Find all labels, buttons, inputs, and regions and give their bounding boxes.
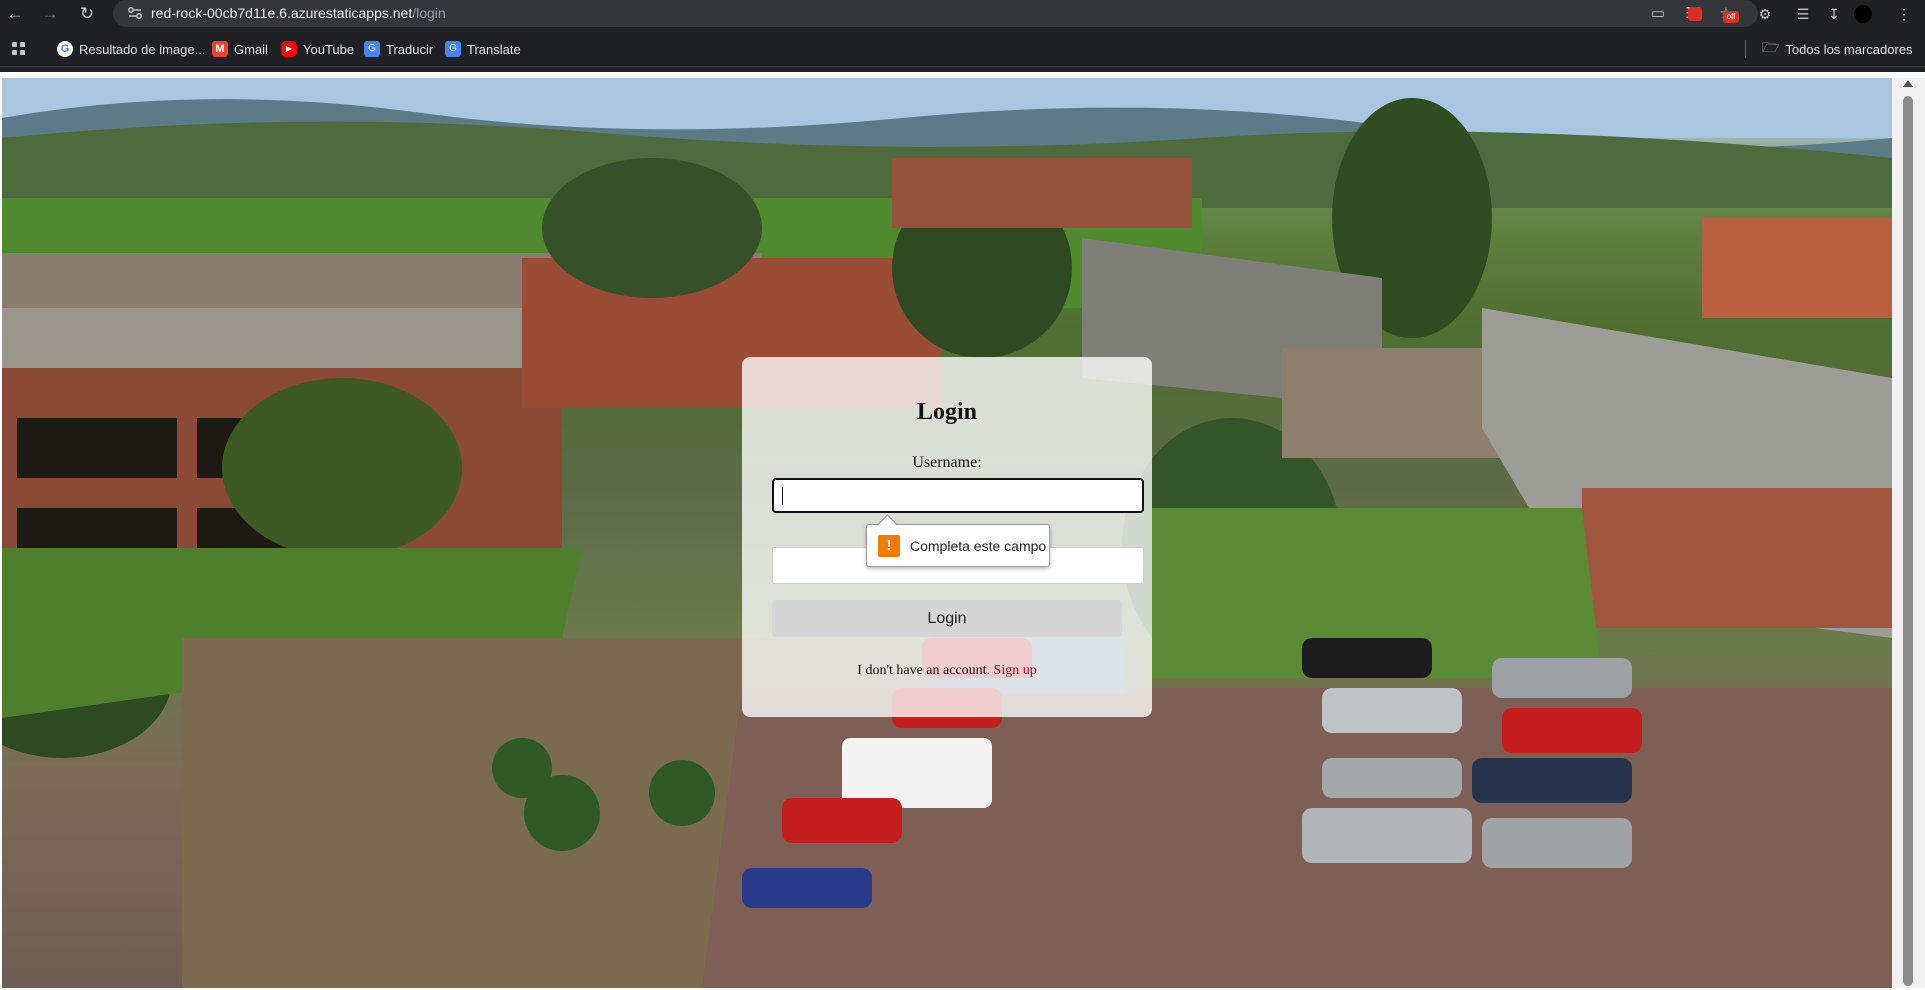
username-label: Username:	[912, 454, 982, 471]
reload-icon[interactable]: ↻	[76, 3, 98, 25]
text-caret	[782, 487, 783, 505]
username-input[interactable]	[772, 478, 1144, 513]
folder-icon: 🗁	[1762, 39, 1780, 55]
browser-toolbar: ← → ↻ red-rock-00cb7d11e.6.azurestaticap…	[0, 0, 1925, 27]
bookmarks-bar: G Resultado de image... M Gmail ▶ YouTub…	[0, 30, 1925, 67]
back-arrow-icon[interactable]: ←	[4, 3, 26, 25]
install-app-icon[interactable]: ▭	[1648, 4, 1668, 24]
bookmark-label: YouTube	[303, 41, 355, 57]
more-menu-icon[interactable]: ⋮	[1893, 3, 1915, 25]
extension-off-badge-icon[interactable]: off	[1720, 3, 1742, 25]
profile-avatar[interactable]	[1852, 3, 1874, 25]
bookmark-traducir[interactable]: G Traducir	[364, 39, 433, 59]
downloads-icon[interactable]: ↧	[1823, 3, 1845, 25]
bookmark-label: Gmail	[234, 41, 268, 57]
forward-arrow-icon[interactable]: →	[39, 3, 61, 25]
login-button[interactable]: Login	[772, 600, 1122, 637]
address-bar[interactable]: red-rock-00cb7d11e.6.azurestaticapps.net…	[113, 0, 1758, 27]
youtube-icon: ▶	[281, 41, 297, 57]
site-settings-icon[interactable]	[127, 5, 143, 21]
bookmark-label: Resultado de image...	[79, 41, 206, 57]
signup-link[interactable]: Sign up	[994, 663, 1037, 678]
login-title: Login	[916, 399, 978, 425]
url-text[interactable]: red-rock-00cb7d11e.6.azurestaticapps.net…	[151, 5, 446, 21]
translate-icon: G	[364, 41, 380, 57]
extension-red-icon[interactable]	[1684, 3, 1706, 25]
url-path: /login	[412, 5, 446, 21]
gmail-icon: M	[212, 41, 228, 57]
apps-grid-icon[interactable]	[11, 39, 27, 59]
google-icon: G	[57, 41, 73, 57]
all-bookmarks-label: Todos los marcadores	[1785, 41, 1913, 57]
scrollbar-thumb[interactable]	[1903, 96, 1913, 986]
scroll-up-arrow-icon[interactable]	[1903, 80, 1913, 87]
bookmark-label: Traducir	[386, 41, 434, 57]
validation-tooltip: ! Completa este campo	[866, 524, 1050, 567]
bookmark-youtube[interactable]: ▶ YouTube	[281, 39, 354, 59]
bookmark-translate[interactable]: G Translate	[445, 39, 521, 59]
bookmark-label: Translate	[467, 41, 521, 57]
signup-prompt: I don't have an account. Sign up	[742, 663, 1152, 679]
translate-icon: G	[445, 41, 461, 57]
no-account-text: I don't have an account.	[857, 663, 991, 678]
validation-message: Completa este campo	[910, 537, 1047, 554]
page-scrollbar[interactable]	[1892, 78, 1925, 988]
media-controls-icon[interactable]: ☰	[1792, 3, 1814, 25]
extensions-puzzle-icon[interactable]: ⚙	[1754, 3, 1776, 25]
bookmark-gmail[interactable]: M Gmail	[212, 39, 268, 59]
bookmark-google-images[interactable]: G Resultado de image...	[57, 39, 205, 59]
url-host: red-rock-00cb7d11e.6.azurestaticapps.net	[151, 5, 413, 21]
all-bookmarks-folder[interactable]: 🗁 Todos los marcadores	[1762, 39, 1913, 59]
bookmarks-divider	[1745, 40, 1746, 58]
warning-icon: !	[878, 534, 900, 557]
